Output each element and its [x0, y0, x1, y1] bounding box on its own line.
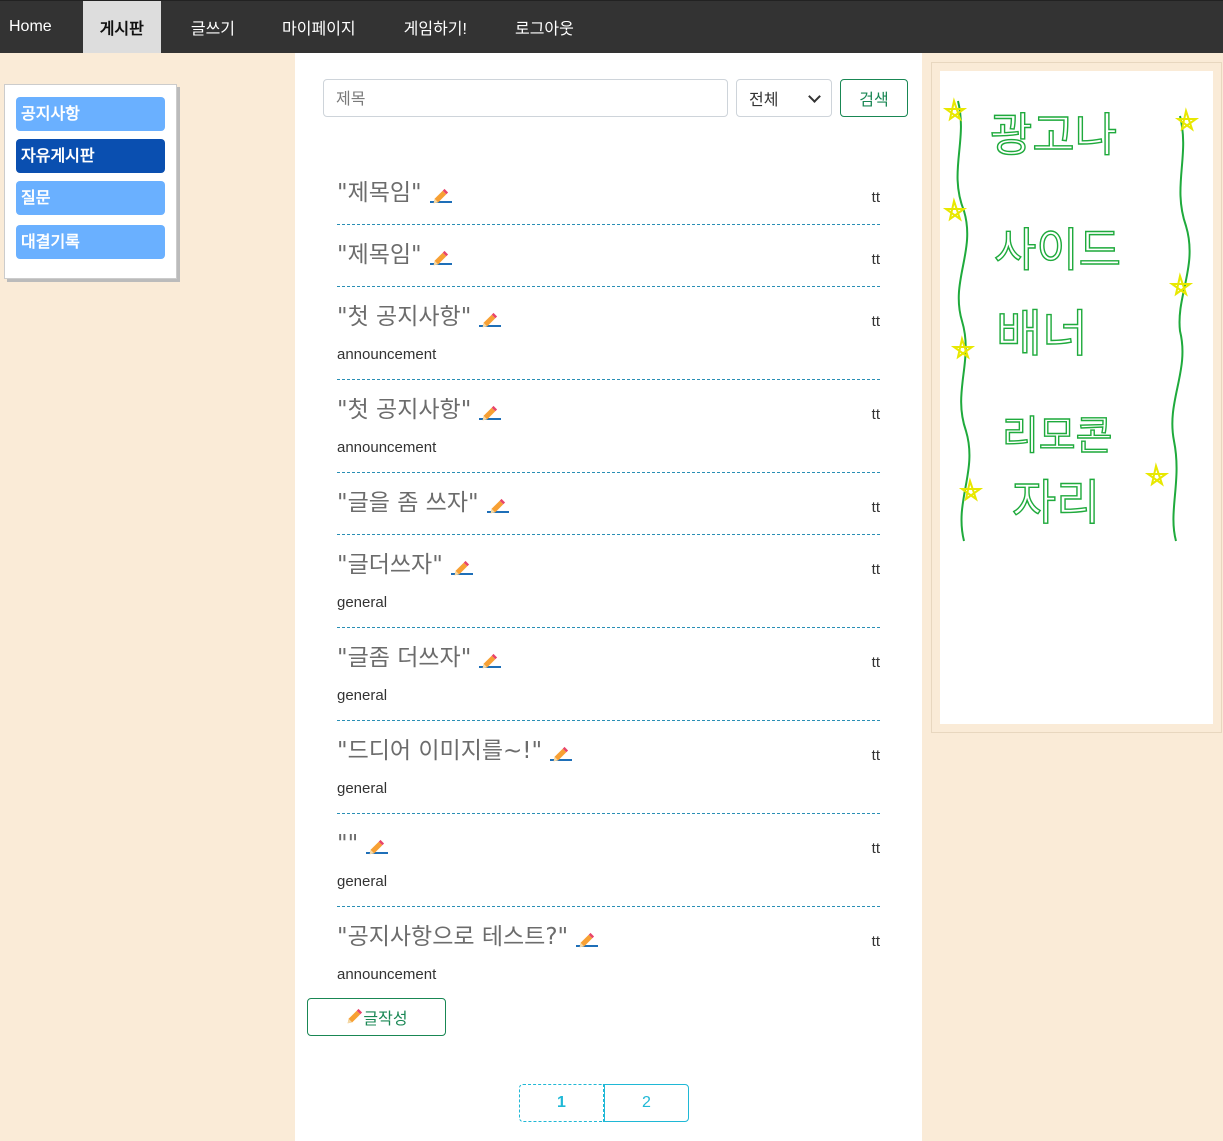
edit-pencil-icon[interactable] — [479, 307, 502, 328]
post-author: tt — [871, 499, 880, 516]
post-item[interactable]: "제목임" tt — [337, 163, 880, 225]
pagination: 1 2 — [519, 1084, 689, 1122]
post-category: general — [337, 780, 388, 797]
post-category: announcement — [337, 346, 437, 363]
edit-pencil-icon[interactable] — [429, 245, 452, 266]
post-title[interactable]: "첫 공지사항" — [337, 301, 880, 333]
post-title-text: "드디어 이미지를~!" — [337, 738, 543, 764]
nav-logout[interactable]: 로그아웃 — [491, 1, 598, 53]
post-title[interactable]: "드디어 이미지를~!" — [337, 735, 880, 767]
post-item[interactable]: "첫 공지사항" tt announcement — [337, 380, 880, 473]
post-title-text: "첫 공지사항" — [337, 304, 472, 330]
post-title-text: "글좀 더쓰자" — [337, 645, 472, 671]
post-item[interactable]: "글좀 더쓰자" tt general — [337, 628, 880, 721]
sidebar-item-question[interactable]: 질문 — [16, 181, 165, 215]
post-author: tt — [871, 747, 880, 764]
post-title[interactable]: "제목임" — [337, 177, 880, 209]
ad-line-4: 리모콘 — [1002, 413, 1112, 459]
main-content: 전체 검색 "제목임" tt "제목임" tt "첫 공지사항" tt announceme… — [295, 53, 922, 1141]
post-author: tt — [871, 251, 880, 268]
ad-line-5: 자리 — [1012, 475, 1100, 531]
post-category: general — [337, 873, 388, 890]
post-author: tt — [871, 313, 880, 330]
board-category-sidebar: 공지사항 자유게시판 질문 대결기록 — [4, 84, 177, 279]
post-title-text: "글을 좀 쓰자" — [337, 490, 479, 516]
post-item[interactable]: "공지사항으로 테스트?" tt announcement — [337, 907, 880, 1000]
search-bar: 전체 검색 — [323, 79, 908, 117]
write-post-button[interactable]: 글작성 — [307, 998, 446, 1036]
edit-pencil-icon[interactable] — [550, 741, 573, 762]
post-category: announcement — [337, 439, 437, 456]
post-title[interactable]: "" — [337, 828, 880, 860]
search-type-value: 전체 — [749, 90, 779, 109]
post-title[interactable]: "글좀 더쓰자" — [337, 642, 880, 674]
edit-pencil-icon[interactable] — [479, 400, 502, 421]
edit-pencil-icon[interactable] — [450, 555, 473, 576]
sidebar-item-free-board[interactable]: 자유게시판 — [16, 139, 165, 173]
post-list: "제목임" tt "제목임" tt "첫 공지사항" tt announcement "첫 공… — [337, 163, 880, 1000]
post-title-text: "제목임" — [337, 180, 422, 206]
handdrawn-ad-drawing: 광고나 사이드 배너 리모콘 자리 — [942, 97, 1200, 542]
edit-pencil-icon[interactable] — [576, 927, 599, 948]
post-item[interactable]: "글더쓰자" tt general — [337, 535, 880, 628]
chevron-down-icon — [808, 89, 821, 103]
page-2-button[interactable]: 2 — [604, 1084, 689, 1122]
pencil-icon — [348, 1008, 363, 1024]
post-title[interactable]: "첫 공지사항" — [337, 394, 880, 426]
post-title[interactable]: "공지사항으로 테스트?" — [337, 921, 880, 953]
nav-board[interactable]: 게시판 — [82, 1, 161, 53]
ad-line-2: 사이드 — [994, 223, 1121, 277]
page-1-button[interactable]: 1 — [519, 1084, 604, 1122]
post-category: general — [337, 594, 388, 611]
post-title-text: "첫 공지사항" — [337, 397, 472, 423]
post-title[interactable]: "글더쓰자" — [337, 549, 880, 581]
post-item[interactable]: "드디어 이미지를~!" tt general — [337, 721, 880, 814]
nav-mypage[interactable]: 마이페이지 — [258, 1, 380, 53]
post-author: tt — [871, 840, 880, 857]
post-item[interactable]: "" tt general — [337, 814, 880, 907]
post-title[interactable]: "제목임" — [337, 239, 880, 271]
post-title-text: "공지사항으로 테스트?" — [337, 924, 569, 950]
post-author: tt — [871, 561, 880, 578]
ad-line-3: 배너 — [996, 305, 1088, 363]
search-input[interactable] — [323, 79, 728, 117]
post-item[interactable]: "제목임" tt — [337, 225, 880, 287]
post-item[interactable]: "글을 좀 쓰자" tt — [337, 473, 880, 535]
post-category: general — [337, 687, 388, 704]
post-category: announcement — [337, 966, 437, 983]
search-type-select[interactable]: 전체 — [736, 79, 832, 117]
edit-pencil-icon[interactable] — [429, 183, 452, 204]
post-author: tt — [871, 189, 880, 206]
ad-image: 광고나 사이드 배너 리모콘 자리 — [940, 71, 1213, 724]
post-author: tt — [871, 406, 880, 423]
post-title-text: "" — [337, 831, 359, 857]
edit-pencil-icon[interactable] — [479, 648, 502, 669]
write-post-label: 글작성 — [363, 1009, 408, 1028]
post-item[interactable]: "첫 공지사항" tt announcement — [337, 287, 880, 380]
top-navbar: Home 게시판 글쓰기 마이페이지 게임하기! 로그아웃 — [0, 0, 1223, 53]
post-author: tt — [871, 654, 880, 671]
edit-pencil-icon[interactable] — [486, 493, 509, 514]
post-title-text: "제목임" — [337, 242, 422, 268]
ad-line-1: 광고나 — [990, 108, 1117, 162]
nav-game[interactable]: 게임하기! — [380, 1, 491, 53]
side-ad-banner: 광고나 사이드 배너 리모콘 자리 — [931, 62, 1222, 733]
post-author: tt — [871, 933, 880, 950]
edit-pencil-icon[interactable] — [366, 834, 389, 855]
sidebar-item-notice[interactable]: 공지사항 — [16, 97, 165, 131]
post-title-text: "글더쓰자" — [337, 552, 443, 578]
sidebar-item-match-record[interactable]: 대결기록 — [16, 225, 165, 259]
post-title[interactable]: "글을 좀 쓰자" — [337, 487, 880, 519]
search-button[interactable]: 검색 — [840, 79, 908, 117]
nav-write[interactable]: 글쓰기 — [161, 1, 258, 53]
nav-home[interactable]: Home — [0, 1, 83, 53]
